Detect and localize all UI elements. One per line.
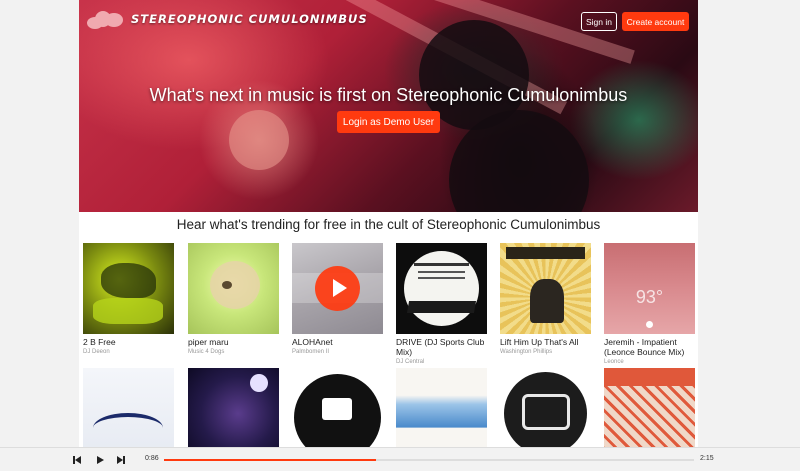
track-title[interactable]: piper maru — [188, 337, 279, 347]
album-art[interactable] — [188, 368, 279, 447]
current-time: 0:86 — [145, 455, 159, 462]
cloud-logo-icon — [87, 9, 125, 29]
album-art[interactable] — [396, 368, 487, 447]
progress-track[interactable] — [164, 459, 694, 461]
next-track-icon[interactable] — [116, 455, 126, 465]
track-artist[interactable]: DJ Central — [396, 358, 487, 366]
page: STEREOPHONIC CUMULONIMBUS Sign in Create… — [0, 0, 800, 471]
track-artist[interactable]: Music 4 Dogs — [188, 348, 279, 356]
track-card[interactable] — [500, 368, 591, 447]
audio-player-bar: 0:86 2:15 — [0, 447, 800, 471]
track-card[interactable]: ALOHAnet Palmbomen II — [292, 243, 383, 356]
track-title[interactable]: DRIVE (DJ Sports Club Mix) — [396, 337, 487, 357]
track-artist[interactable]: DJ Deeon — [83, 348, 174, 356]
track-artist[interactable]: Palmbomen II — [292, 348, 383, 356]
album-art[interactable] — [500, 368, 591, 447]
album-art[interactable] — [396, 243, 487, 334]
logo[interactable]: STEREOPHONIC CUMULONIMBUS — [87, 9, 368, 29]
login-demo-button[interactable]: Login as Demo User — [337, 111, 440, 133]
play-icon[interactable] — [95, 455, 105, 465]
track-title[interactable]: ALOHAnet — [292, 337, 383, 347]
trending-title: Hear what's trending for free in the cul… — [176, 217, 601, 232]
album-art[interactable] — [292, 243, 383, 334]
play-icon[interactable] — [315, 266, 360, 311]
main-content: STEREOPHONIC CUMULONIMBUS Sign in Create… — [79, 0, 698, 447]
track-card[interactable]: DRIVE (DJ Sports Club Mix) DJ Central — [396, 243, 487, 366]
album-art[interactable] — [83, 243, 174, 334]
album-art[interactable] — [500, 243, 591, 334]
track-card[interactable]: Lift Him Up That's All Washington Philli… — [500, 243, 591, 356]
previous-track-icon[interactable] — [72, 455, 82, 465]
hero-headline: What's next in music is first on Stereop… — [149, 85, 628, 105]
album-art[interactable] — [292, 368, 383, 447]
track-card[interactable] — [83, 368, 174, 447]
track-artist[interactable]: Washington Phillips — [500, 348, 591, 356]
progress-fill — [164, 459, 376, 461]
album-art[interactable]: 93° — [604, 243, 695, 334]
album-art[interactable] — [188, 243, 279, 334]
logo-text: STEREOPHONIC CUMULONIMBUS — [131, 12, 368, 26]
track-card[interactable]: 2 B Free DJ Deeon — [83, 243, 174, 356]
track-title[interactable]: 2 B Free — [83, 337, 174, 347]
track-card[interactable] — [396, 368, 487, 447]
track-card[interactable] — [604, 368, 695, 447]
track-title[interactable]: Lift Him Up That's All — [500, 337, 591, 347]
track-card[interactable] — [292, 368, 383, 447]
sign-in-button[interactable]: Sign in — [581, 12, 617, 31]
track-card[interactable]: piper maru Music 4 Dogs — [188, 243, 279, 356]
album-art[interactable] — [604, 368, 695, 447]
track-title[interactable]: Jeremih - Impatient (Leonce Bounce Mix) — [604, 337, 695, 357]
hero-banner: STEREOPHONIC CUMULONIMBUS Sign in Create… — [79, 0, 698, 212]
create-account-button[interactable]: Create account — [622, 12, 689, 31]
duration: 2:15 — [700, 455, 714, 462]
track-card[interactable] — [188, 368, 279, 447]
track-card[interactable]: 93° Jeremih - Impatient (Leonce Bounce M… — [604, 243, 695, 366]
track-artist[interactable]: Leonce — [604, 358, 695, 366]
album-art[interactable] — [83, 368, 174, 447]
